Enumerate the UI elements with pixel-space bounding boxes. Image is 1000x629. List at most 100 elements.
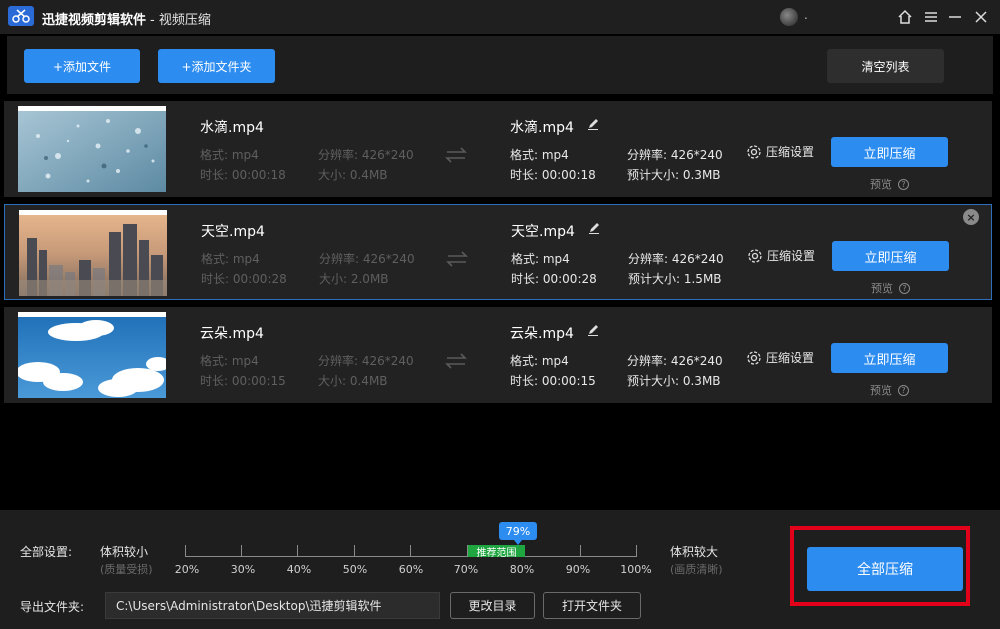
slider-tick — [636, 545, 637, 557]
source-file-name: 水滴.mp4 — [200, 120, 264, 136]
title-bar: 迅捷视频剪辑软件 - 视频压缩 . — [0, 0, 1000, 34]
file-row-1[interactable]: 水滴.mp4 格式: mp4 时长: 00:00:18 分辨率: 426*240… — [4, 101, 992, 197]
tick-label: 100% — [620, 563, 652, 576]
output-resolution: 分辨率: 426*240 — [627, 148, 723, 162]
slider-tick — [185, 545, 186, 557]
edit-name-icon[interactable] — [588, 222, 600, 234]
source-file-name: 天空.mp4 — [201, 224, 265, 240]
source-format: 格式: mp4 — [201, 252, 260, 266]
tick-label: 90% — [565, 563, 591, 576]
edit-name-icon[interactable] — [587, 118, 599, 130]
output-file-name: 云朵.mp4 — [510, 326, 574, 342]
swap-arrows-icon — [446, 251, 468, 267]
recommended-range: 推荐范围 — [468, 545, 525, 559]
output-format: 格式: mp4 — [510, 354, 569, 368]
output-duration: 时长: 00:00:28 — [511, 272, 597, 286]
preview-button[interactable]: 预览 ? — [870, 382, 909, 398]
minimize-icon[interactable] — [944, 6, 966, 28]
app-logo-icon — [8, 6, 34, 26]
output-format: 格式: mp4 — [511, 252, 570, 266]
compress-settings-label: 压缩设置 — [767, 249, 816, 263]
remove-file-icon[interactable]: × — [963, 209, 979, 225]
add-folder-button[interactable]: +添加文件夹 — [158, 49, 275, 83]
slider-tick — [354, 545, 355, 557]
compress-settings-button[interactable]: 压缩设置 — [746, 349, 814, 366]
source-duration: 时长: 00:00:28 — [201, 272, 287, 286]
slider-tick — [410, 545, 411, 557]
output-estimated-size: 预计大小: 0.3MB — [627, 168, 721, 182]
slider-value-badge[interactable]: 79% — [499, 522, 537, 545]
edit-name-icon[interactable] — [587, 324, 599, 336]
tick-label: 80% — [509, 563, 535, 576]
larger-size-note: (画质清晰) — [670, 563, 723, 576]
home-icon[interactable] — [894, 6, 916, 28]
source-format: 格式: mp4 — [200, 354, 259, 368]
tick-label: 30% — [230, 563, 256, 576]
compress-now-button[interactable]: 立即压缩 — [831, 137, 948, 167]
preview-label: 预览 — [871, 282, 893, 295]
compress-now-button[interactable]: 立即压缩 — [831, 343, 948, 373]
compress-settings-button[interactable]: 压缩设置 — [746, 143, 814, 160]
preview-button[interactable]: 预览 ? — [871, 280, 910, 296]
video-thumbnail — [18, 312, 166, 398]
compress-settings-button[interactable]: 压缩设置 — [747, 247, 815, 264]
preview-label: 预览 — [870, 178, 892, 191]
export-path-field[interactable]: C:\Users\Administrator\Desktop\迅捷剪辑软件 — [105, 592, 440, 619]
open-folder-button[interactable]: 打开文件夹 — [543, 592, 641, 619]
compress-now-button[interactable]: 立即压缩 — [832, 241, 949, 271]
file-row-3[interactable]: 云朵.mp4 格式: mp4 时长: 00:00:15 分辨率: 426*240… — [4, 307, 992, 403]
user-name[interactable]: . — [804, 8, 808, 22]
tick-label: 40% — [286, 563, 312, 576]
source-size: 大小: 0.4MB — [318, 374, 388, 388]
user-avatar[interactable] — [780, 8, 798, 26]
tick-label: 20% — [174, 563, 200, 576]
add-file-button[interactable]: +添加文件 — [24, 49, 140, 83]
help-icon[interactable]: ? — [899, 282, 910, 294]
change-directory-button[interactable]: 更改目录 — [450, 592, 535, 619]
output-resolution: 分辨率: 426*240 — [628, 252, 724, 266]
swap-arrows-icon — [445, 147, 467, 163]
slider-tick — [297, 545, 298, 557]
output-file-name: 天空.mp4 — [511, 224, 575, 240]
output-duration: 时长: 00:00:15 — [510, 374, 596, 388]
page-subtitle: - 视频压缩 — [150, 13, 211, 28]
source-file-name: 云朵.mp4 — [200, 326, 264, 342]
source-size: 大小: 0.4MB — [318, 168, 388, 182]
highlight-annotation — [790, 526, 970, 606]
help-icon[interactable]: ? — [898, 178, 909, 190]
preview-button[interactable]: 预览 ? — [870, 176, 909, 192]
smaller-size-note: (质量受损) — [100, 563, 153, 576]
output-estimated-size: 预计大小: 0.3MB — [627, 374, 721, 388]
global-settings-label: 全部设置: — [20, 545, 73, 559]
output-estimated-size: 预计大小: 1.5MB — [628, 272, 722, 286]
slider-tick — [241, 545, 242, 557]
compress-settings-label: 压缩设置 — [766, 351, 815, 365]
tick-label: 70% — [453, 563, 479, 576]
source-duration: 时长: 00:00:15 — [200, 374, 286, 388]
close-icon[interactable] — [970, 6, 992, 28]
app-title: 迅捷视频剪辑软件 — [42, 13, 147, 28]
export-folder-label: 导出文件夹: — [20, 600, 85, 614]
source-resolution: 分辨率: 426*240 — [318, 148, 414, 162]
video-thumbnail — [18, 106, 166, 192]
gear-icon — [747, 350, 761, 365]
gear-icon — [748, 248, 762, 263]
source-format: 格式: mp4 — [200, 148, 259, 162]
output-format: 格式: mp4 — [510, 148, 569, 162]
file-row-2[interactable]: 天空.mp4 格式: mp4 时长: 00:00:28 分辨率: 426*240… — [4, 204, 992, 300]
swap-arrows-icon — [445, 353, 467, 369]
source-duration: 时长: 00:00:18 — [200, 168, 286, 182]
toolbar: +添加文件 +添加文件夹 清空列表 — [7, 36, 993, 94]
output-resolution: 分辨率: 426*240 — [627, 354, 723, 368]
compress-settings-label: 压缩设置 — [766, 145, 815, 159]
clear-list-button[interactable]: 清空列表 — [827, 49, 944, 83]
video-thumbnail — [19, 210, 167, 296]
smaller-size-label: 体积较小 — [100, 545, 149, 559]
output-file-name: 水滴.mp4 — [510, 120, 574, 136]
help-icon[interactable]: ? — [898, 384, 909, 396]
slider-track[interactable] — [185, 556, 637, 557]
output-duration: 时长: 00:00:18 — [510, 168, 596, 182]
source-resolution: 分辨率: 426*240 — [319, 252, 415, 266]
menu-icon[interactable] — [920, 6, 942, 28]
slider-tick — [580, 545, 581, 557]
